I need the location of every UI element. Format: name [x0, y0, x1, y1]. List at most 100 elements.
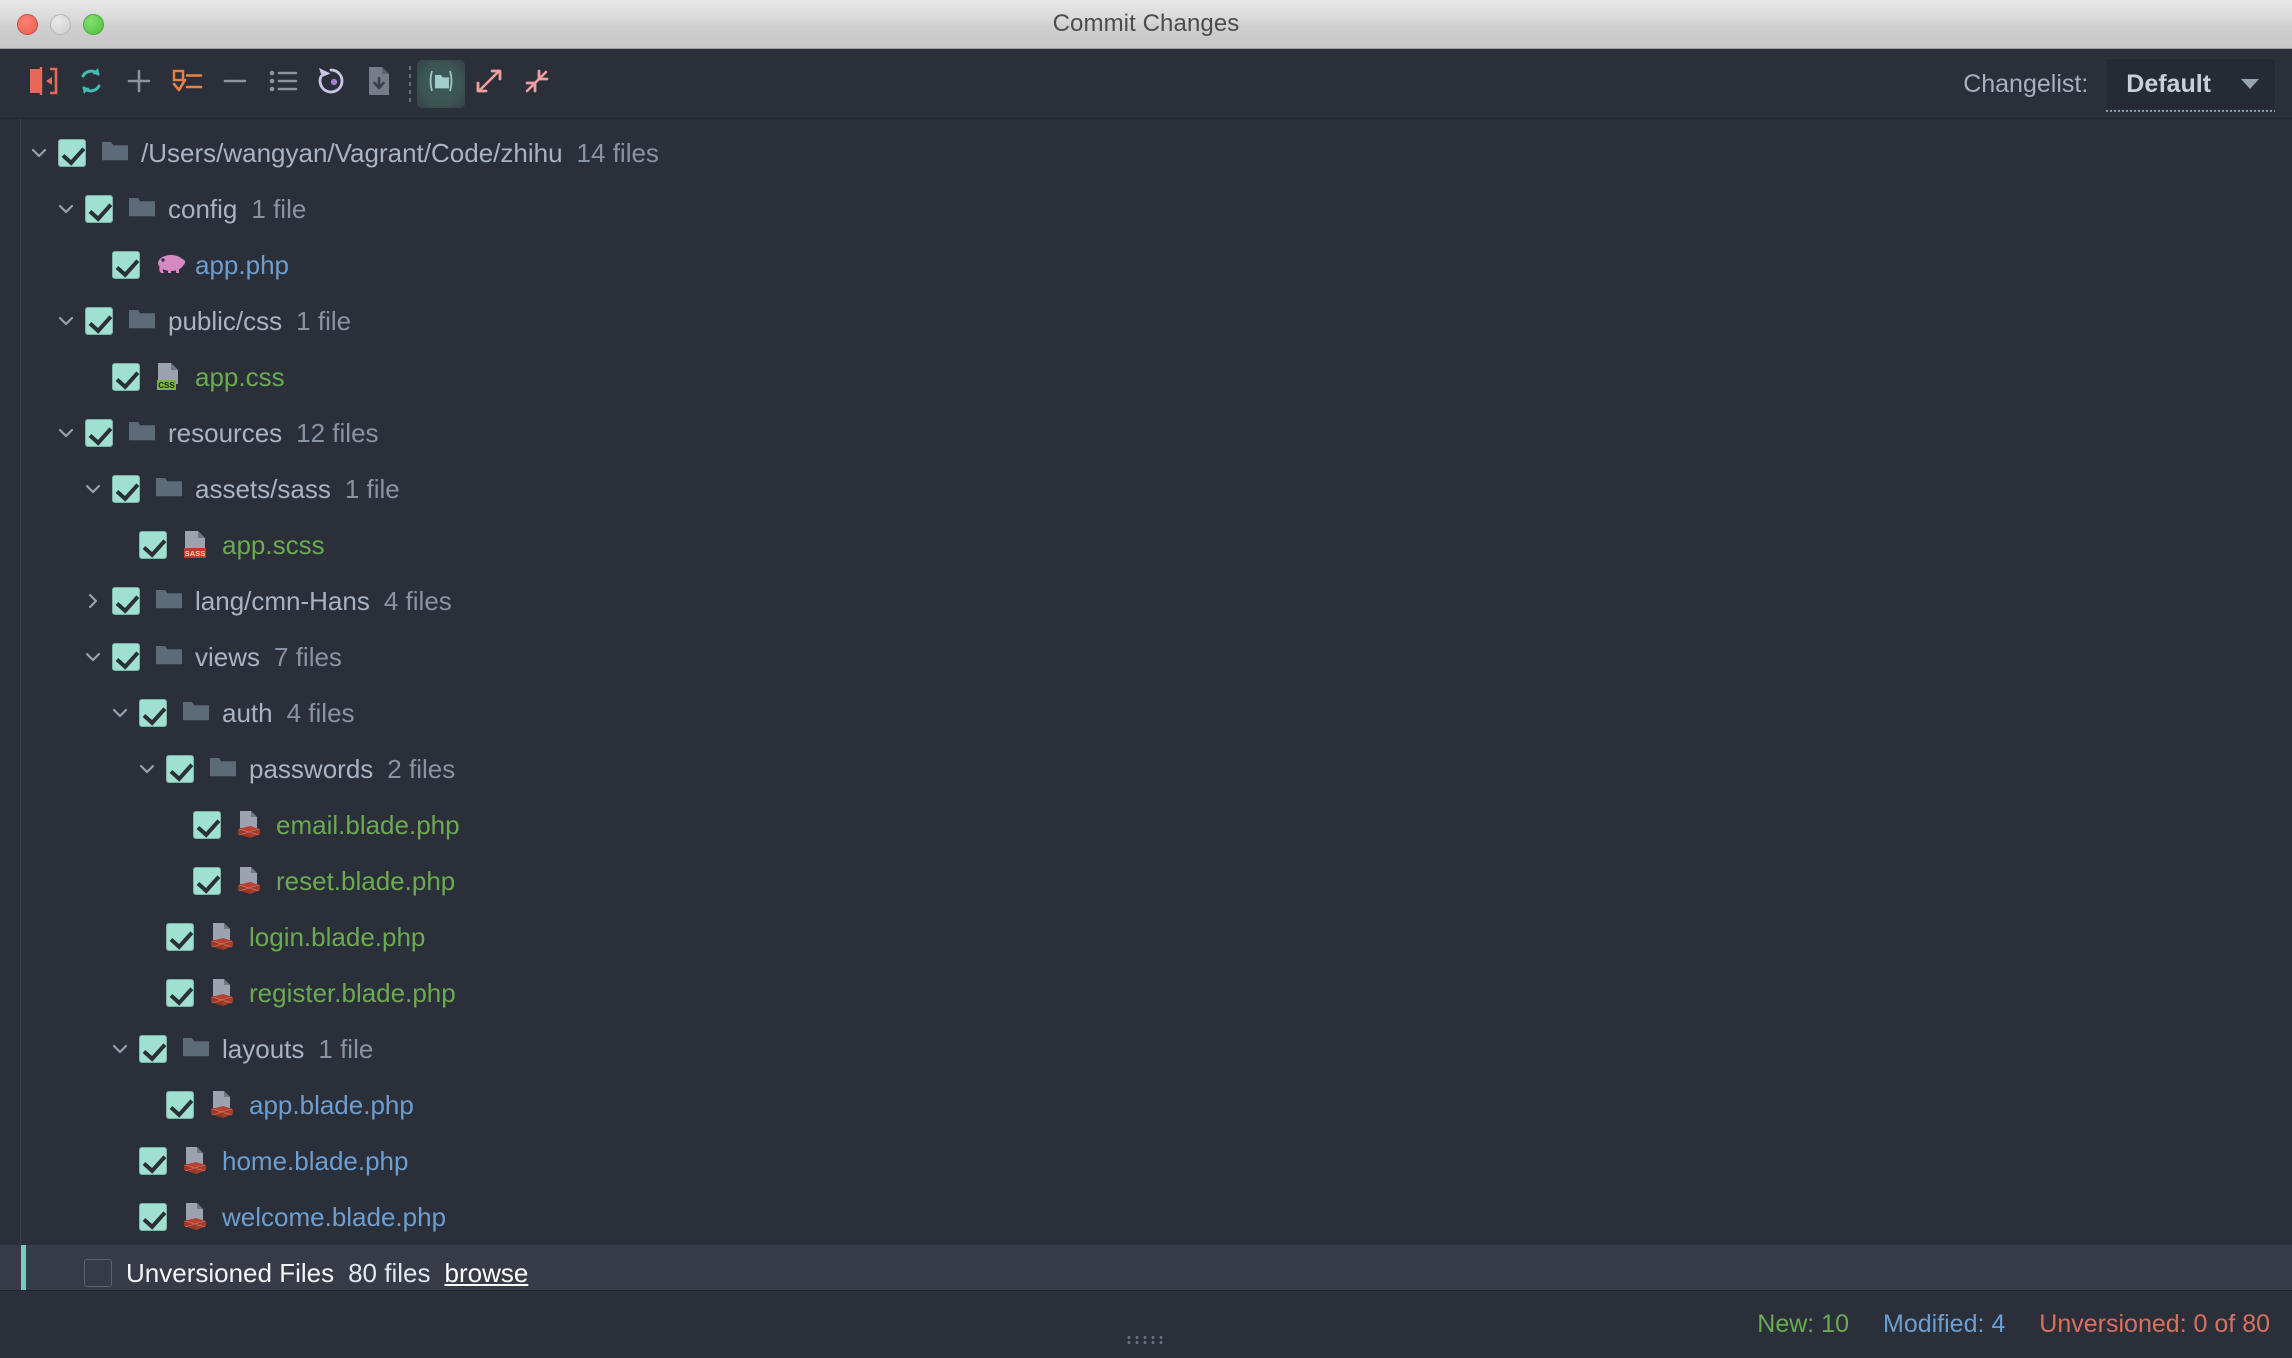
sass-icon: SASS — [181, 530, 213, 560]
add-button[interactable] — [115, 60, 163, 108]
row-label: assets/sass — [195, 473, 331, 504]
row-checkbox[interactable] — [112, 363, 140, 391]
tree-row[interactable]: app.blade.php — [0, 1077, 2292, 1133]
list-icon — [267, 66, 299, 101]
blade-icon — [181, 1202, 213, 1232]
row-label: welcome.blade.php — [222, 1201, 447, 1232]
chevron-down-icon[interactable] — [78, 642, 108, 672]
chevron-down-icon[interactable] — [51, 306, 81, 336]
row-checkbox[interactable] — [139, 699, 167, 727]
group-by-button[interactable] — [259, 60, 307, 108]
selection-accent-bar — [21, 1245, 26, 1290]
tree-row[interactable]: home.blade.php — [0, 1133, 2292, 1189]
toolbar-buttons — [0, 59, 561, 108]
chevron-down-icon[interactable] — [51, 418, 81, 448]
tree-row[interactable]: email.blade.php — [0, 797, 2292, 853]
chevron-down-icon[interactable] — [24, 138, 54, 168]
collapse-all-button[interactable] — [513, 60, 561, 108]
row-checkbox[interactable] — [166, 1091, 194, 1119]
blade-icon — [235, 810, 267, 840]
row-checkbox[interactable] — [85, 195, 113, 223]
tree-row[interactable]: public/css 1 file — [0, 293, 2292, 349]
chevron-down-icon[interactable] — [51, 194, 81, 224]
refresh-button[interactable] — [67, 60, 115, 108]
row-label: register.blade.php — [249, 977, 456, 1008]
folder-icon — [181, 698, 213, 728]
folder-icon — [100, 138, 132, 168]
blade-icon — [208, 1090, 240, 1120]
chevron-down-icon[interactable] — [105, 1034, 135, 1064]
browse-link[interactable]: browse — [444, 1258, 528, 1289]
unversioned-checkbox[interactable] — [84, 1259, 112, 1287]
blade-icon — [208, 922, 240, 952]
folder-icon — [425, 66, 457, 101]
tree-row[interactable]: login.blade.php — [0, 909, 2292, 965]
row-label: email.blade.php — [276, 809, 460, 840]
tree-row[interactable]: views 7 files — [0, 629, 2292, 685]
tree-row[interactable]: SASS app.scss — [0, 517, 2292, 573]
row-checkbox[interactable] — [166, 979, 194, 1007]
row-file-count: 1 file — [251, 193, 307, 224]
row-label: resources — [168, 417, 283, 448]
folder-icon — [181, 1034, 213, 1064]
row-checkbox[interactable] — [85, 307, 113, 335]
chevron-right-icon[interactable] — [78, 586, 108, 616]
row-checkbox[interactable] — [166, 755, 194, 783]
title-bar: Commit Changes — [0, 0, 2292, 49]
changes-tree-panel[interactable]: /Users/wangyan/Vagrant/Code/zhihu 14 file… — [0, 119, 2292, 1290]
plus-icon — [124, 66, 154, 101]
tree-row[interactable]: welcome.blade.php — [0, 1189, 2292, 1245]
row-checkbox[interactable] — [139, 531, 167, 559]
move-to-changelist-button[interactable] — [163, 60, 211, 108]
row-checkbox[interactable] — [193, 811, 221, 839]
row-checkbox[interactable] — [58, 139, 86, 167]
show-diff-button[interactable] — [19, 60, 67, 108]
show-history-button[interactable] — [355, 60, 403, 108]
chevron-down-icon[interactable] — [132, 754, 162, 784]
row-checkbox[interactable] — [139, 1035, 167, 1063]
status-unversioned: Unversioned: 0 of 80 — [2039, 1310, 2270, 1338]
revert-button[interactable] — [307, 60, 355, 108]
tree-row[interactable]: layouts 1 file — [0, 1021, 2292, 1077]
tree-row[interactable]: passwords 2 files — [0, 741, 2292, 797]
tree-row[interactable]: assets/sass 1 file — [0, 461, 2292, 517]
chevron-down-icon[interactable] — [105, 698, 135, 728]
row-file-count: 7 files — [274, 641, 342, 672]
tree-row[interactable]: reset.blade.php — [0, 853, 2292, 909]
tree-row[interactable]: auth 4 files — [0, 685, 2292, 741]
tree-row[interactable]: app.php — [0, 237, 2292, 293]
changelist-label: Changelist: — [1963, 69, 2089, 98]
row-checkbox[interactable] — [112, 587, 140, 615]
row-checkbox[interactable] — [112, 643, 140, 671]
unversioned-files-row[interactable]: Unversioned Files 80 files browse — [0, 1245, 2292, 1290]
tree-row[interactable]: lang/cmn-Hans 4 files — [0, 573, 2292, 629]
row-checkbox[interactable] — [166, 923, 194, 951]
row-label: login.blade.php — [249, 921, 426, 952]
window-title: Commit Changes — [1052, 10, 1240, 37]
row-checkbox[interactable] — [112, 475, 140, 503]
changes-tree[interactable]: /Users/wangyan/Vagrant/Code/zhihu 14 file… — [0, 119, 2292, 1290]
row-checkbox[interactable] — [139, 1147, 167, 1175]
minus-icon — [220, 66, 250, 101]
tree-row[interactable]: CSS app.css — [0, 349, 2292, 405]
expand-all-button[interactable] — [465, 60, 513, 108]
tree-row[interactable]: register.blade.php — [0, 965, 2292, 1021]
row-label: public/css — [168, 305, 283, 336]
chevron-down-icon[interactable] — [78, 474, 108, 504]
folder-icon — [127, 306, 159, 336]
tree-row[interactable]: /Users/wangyan/Vagrant/Code/zhihu 14 file… — [0, 125, 2292, 181]
remove-button[interactable] — [211, 60, 259, 108]
row-checkbox[interactable] — [193, 867, 221, 895]
row-label: auth — [222, 697, 273, 728]
row-label: /Users/wangyan/Vagrant/Code/zhihu — [141, 137, 563, 168]
group-by-directory-button[interactable] — [417, 59, 465, 108]
resize-grip[interactable] — [1125, 1335, 1167, 1345]
row-checkbox[interactable] — [85, 419, 113, 447]
tree-row[interactable]: resources 12 files — [0, 405, 2292, 461]
row-label: home.blade.php — [222, 1145, 409, 1176]
row-checkbox[interactable] — [139, 1203, 167, 1231]
changelist-select[interactable]: Default — [2105, 58, 2276, 112]
row-checkbox[interactable] — [112, 251, 140, 279]
tree-row[interactable]: config 1 file — [0, 181, 2292, 237]
status-bar: New: 10 Modified: 4 Unversioned: 0 of 80 — [0, 1290, 2292, 1358]
